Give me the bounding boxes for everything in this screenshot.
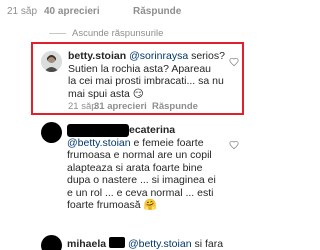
comment-line: alapteaza si arata foarte bine — [67, 161, 203, 174]
mention-link[interactable]: @betty.stoian — [67, 137, 131, 149]
mention-link[interactable]: @sorinraysa — [129, 50, 188, 62]
comment-line: dupa o nastere ... si imaginea ei — [67, 174, 216, 186]
comment-line: e femeie foarte — [133, 136, 204, 149]
reply-comment: mihaela @betty.stoian si fara — [0, 230, 250, 250]
comment-line: mai spui asta 😏 — [68, 87, 144, 100]
reply-comment: betty.stoian @sorinraysa serios? Sutien … — [0, 46, 250, 114]
heart-icon[interactable] — [229, 140, 239, 150]
reply-comment: ecaterina @betty.stoian e femeie foarte … — [0, 118, 250, 224]
comment-username[interactable]: mihaela — [67, 238, 106, 250]
avatar[interactable] — [41, 51, 62, 72]
previous-comment-meta: 21 săp 40 aprecieri Răspunde — [0, 0, 250, 20]
avatar[interactable] — [41, 122, 62, 143]
comment-line: Sutien la rochia asta? Apareau — [68, 62, 212, 75]
likes-count[interactable]: 31 aprecieri — [94, 101, 147, 112]
hide-replies-toggle[interactable]: Ascunde răspunsurile — [0, 27, 250, 41]
comment-username[interactable]: betty.stoian — [68, 50, 126, 62]
comment-line: frumoasa e normal are un copil — [67, 149, 212, 161]
divider-line — [49, 33, 66, 34]
comment-line: serios? — [191, 50, 225, 62]
comment-text: mihaela @betty.stoian si fara — [67, 237, 237, 250]
heart-icon[interactable] — [229, 57, 239, 67]
avatar-photo-icon — [41, 51, 62, 72]
mention-link[interactable]: @betty.stoian — [128, 238, 192, 250]
comment-age: 21 săp — [68, 101, 97, 112]
comment-text: ecaterina @betty.stoian e femeie foarte … — [67, 124, 232, 212]
comment-line: la cei mai prosti imbracati... sa nu — [68, 75, 224, 87]
comment-text: betty.stoian @sorinraysa serios? Sutien … — [68, 50, 228, 100]
likes-count[interactable]: 40 aprecieri — [44, 6, 100, 17]
comment-line: e un rol ... e ceva normal ... esti — [67, 186, 214, 199]
avatar[interactable] — [41, 235, 62, 250]
reply-button[interactable]: Răspunde — [133, 6, 181, 17]
comment-username[interactable]: ecaterina — [129, 124, 175, 136]
comment-age: 21 săp — [7, 6, 38, 17]
comment-line: si fara — [194, 238, 224, 250]
reply-button[interactable]: Răspunde — [152, 101, 198, 112]
hide-replies-label[interactable]: Ascunde răspunsurile — [72, 28, 163, 39]
redacted-name-block — [109, 237, 126, 248]
comment-line: foarte frumoasă 🤗 — [67, 199, 157, 211]
